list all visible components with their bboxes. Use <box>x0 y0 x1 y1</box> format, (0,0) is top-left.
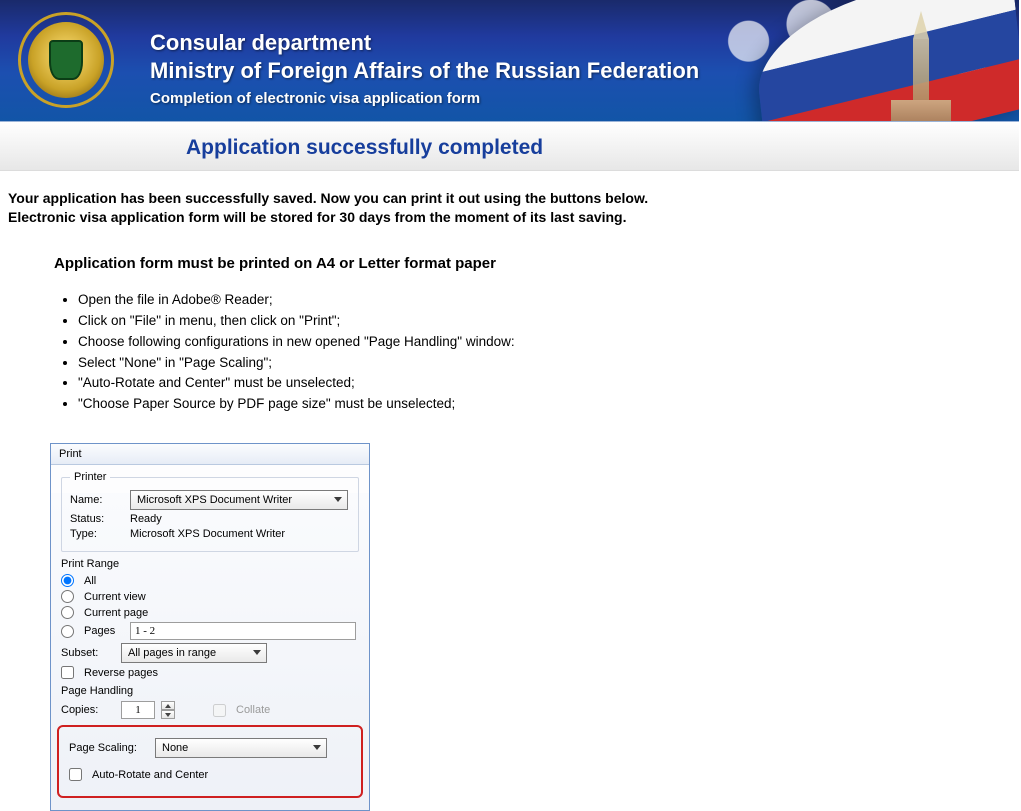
highlighted-settings-box: Page Scaling: None Auto-Rotate and Cente… <box>57 725 363 798</box>
range-pages-radio[interactable] <box>61 625 74 638</box>
header-text: Consular department Ministry of Foreign … <box>150 30 699 107</box>
list-item: Choose following configurations in new o… <box>78 332 1021 353</box>
intro-line-1: Your application has been successfully s… <box>8 189 1009 208</box>
copies-input[interactable] <box>121 701 155 719</box>
collate-checkbox <box>213 704 226 717</box>
printer-name-label: Name: <box>70 494 124 506</box>
list-item: Click on "File" in menu, then click on "… <box>78 311 1021 332</box>
page-handling-label: Page Handling <box>61 685 359 697</box>
autorotate-checkbox[interactable] <box>69 768 82 781</box>
print-range-label: Print Range <box>61 558 359 570</box>
range-currentpage-radio[interactable] <box>61 606 74 619</box>
header-line-3: Completion of electronic visa applicatio… <box>150 90 699 107</box>
header-line-1: Consular department <box>150 30 699 56</box>
printer-type-label: Type: <box>70 528 124 540</box>
list-item: "Choose Paper Source by PDF page size" m… <box>78 394 1021 415</box>
list-item: Open the file in Adobe® Reader; <box>78 290 1021 311</box>
list-item: Select "None" in "Page Scaling"; <box>78 353 1021 374</box>
page-scaling-select[interactable]: None <box>155 738 327 758</box>
subset-select[interactable]: All pages in range <box>121 643 267 663</box>
range-pages-input[interactable] <box>130 622 356 640</box>
consular-emblem-icon <box>18 12 114 108</box>
printer-status-value: Ready <box>130 513 162 525</box>
printer-status-label: Status: <box>70 513 124 525</box>
reverse-pages-checkbox[interactable] <box>61 666 74 679</box>
range-all-label: All <box>84 575 96 587</box>
copies-spinner[interactable] <box>161 701 175 719</box>
intro-text: Your application has been successfully s… <box>0 171 1021 227</box>
mfa-building-icon <box>889 11 953 121</box>
printer-group-label: Printer <box>70 471 110 483</box>
page-title: Application successfully completed <box>186 136 543 159</box>
page-scaling-label: Page Scaling: <box>69 742 149 754</box>
section-heading: Application form must be printed on A4 o… <box>54 255 1021 272</box>
list-item: "Auto-Rotate and Center" must be unselec… <box>78 373 1021 394</box>
printer-type-value: Microsoft XPS Document Writer <box>130 528 285 540</box>
range-currentview-label: Current view <box>84 591 146 603</box>
range-all-radio[interactable] <box>61 574 74 587</box>
printer-group: Printer Name: Microsoft XPS Document Wri… <box>61 471 359 552</box>
range-pages-label: Pages <box>84 625 124 637</box>
collate-label: Collate <box>236 704 270 716</box>
copies-label: Copies: <box>61 704 115 716</box>
range-currentpage-label: Current page <box>84 607 148 619</box>
instruction-list: Open the file in Adobe® Reader; Click on… <box>58 290 1021 416</box>
page-title-bar: Application successfully completed <box>0 122 1019 171</box>
printer-name-select[interactable]: Microsoft XPS Document Writer <box>130 490 348 510</box>
print-dialog-title: Print <box>51 444 369 465</box>
header-line-2: Ministry of Foreign Affairs of the Russi… <box>150 58 699 84</box>
header-banner: Consular department Ministry of Foreign … <box>0 0 1019 122</box>
autorotate-label: Auto-Rotate and Center <box>92 769 208 781</box>
intro-line-2: Electronic visa application form will be… <box>8 208 1009 227</box>
range-currentview-radio[interactable] <box>61 590 74 603</box>
subset-label: Subset: <box>61 647 115 659</box>
print-dialog: Print Printer Name: Microsoft XPS Docume… <box>50 443 370 811</box>
reverse-pages-label: Reverse pages <box>84 667 158 679</box>
